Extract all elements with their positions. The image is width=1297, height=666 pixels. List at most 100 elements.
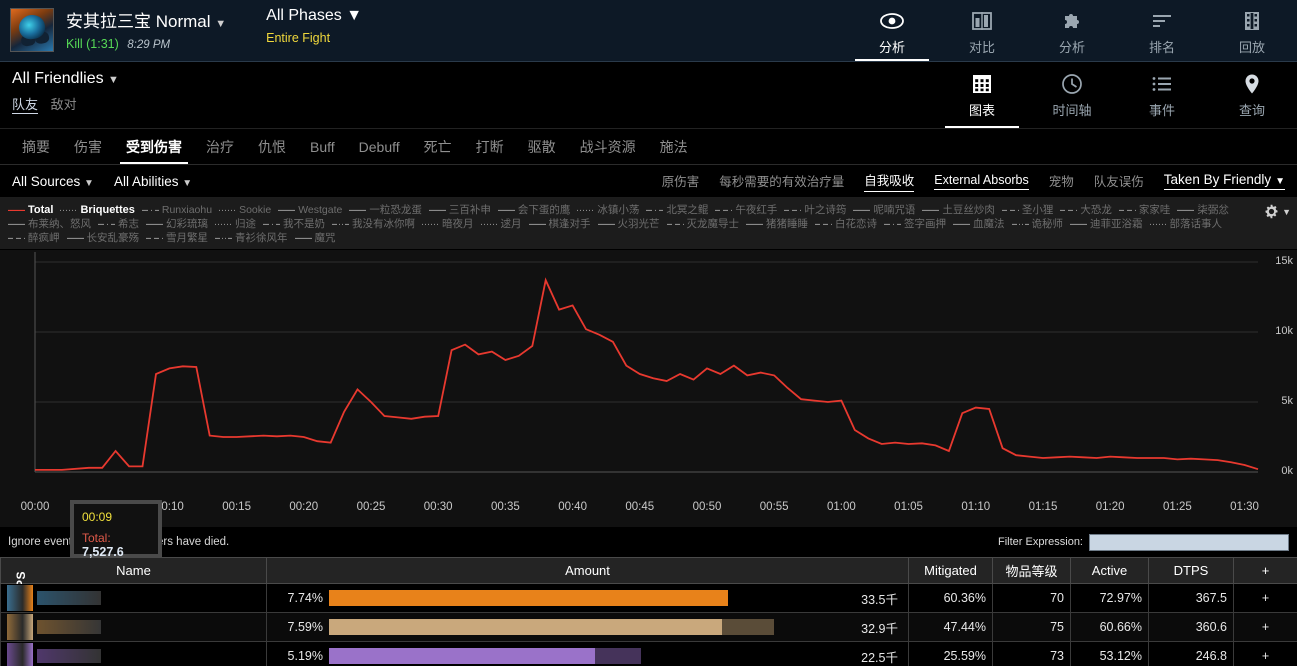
- legend-item[interactable]: 冰镇小荡: [577, 203, 639, 217]
- all-sources-dropdown[interactable]: All Sources ▼: [12, 174, 94, 189]
- tab-驱散[interactable]: 驱散: [516, 129, 568, 164]
- table-column-header[interactable]: 物品等级: [992, 557, 1071, 584]
- filter-option-每秒需要的有效治疗量[interactable]: 每秒需要的有效治疗量: [719, 171, 844, 192]
- filter-option-原伤害[interactable]: 原伤害: [662, 171, 700, 192]
- tab-仇恨[interactable]: 仇恨: [246, 129, 298, 164]
- legend-item[interactable]: 家家哇: [1118, 203, 1170, 217]
- filter-option-External Absorbs[interactable]: External Absorbs: [934, 173, 1029, 190]
- nav-item-graph[interactable]: 图表: [937, 62, 1027, 128]
- row-name-cell[interactable]: [0, 641, 267, 666]
- table-column-header[interactable]: Name: [0, 557, 267, 584]
- legend-item[interactable]: 签字画押: [884, 217, 946, 231]
- legend-item[interactable]: 希志: [98, 217, 139, 231]
- tab-受到伤害[interactable]: 受到伤害: [114, 129, 194, 164]
- table-column-header[interactable]: DTPS: [1148, 557, 1234, 584]
- filter-expression-input[interactable]: [1089, 533, 1289, 551]
- table-column-header[interactable]: +: [1233, 557, 1297, 584]
- filter-option-宠物[interactable]: 宠物: [1049, 171, 1074, 192]
- phase-dropdown[interactable]: All Phases ▼: [266, 7, 362, 25]
- legend-settings-button[interactable]: ▼: [1264, 204, 1291, 219]
- legend-item[interactable]: Briquettes: [60, 203, 135, 217]
- legend-item[interactable]: 呢喃咒语: [853, 203, 915, 217]
- filter-option-队友误伤[interactable]: 队友误伤: [1094, 171, 1144, 192]
- legend-item[interactable]: 灭龙魔导士: [666, 217, 739, 231]
- legend-item[interactable]: 一粒恐龙蛋: [349, 203, 422, 217]
- row-name-cell[interactable]: [0, 612, 267, 642]
- legend-item[interactable]: 大恐龙: [1060, 203, 1112, 217]
- tab-Buff[interactable]: Buff: [298, 129, 347, 164]
- legend-item[interactable]: 叶之诗筠: [784, 203, 846, 217]
- table-row[interactable]: 7.74% 33.5千 60.36% 70 72.97% 367.5 +: [0, 583, 1297, 613]
- legend-item[interactable]: 火羽光芒: [597, 217, 660, 231]
- legend-item[interactable]: 诡秘师: [1011, 217, 1063, 231]
- legend-item[interactable]: 布莱纳、怒风: [8, 217, 91, 231]
- legend-item[interactable]: 土豆丝炒肉: [922, 203, 995, 217]
- chevron-down-icon: ▼: [182, 177, 193, 189]
- nav-item-replay[interactable]: 回放: [1207, 0, 1297, 61]
- legend-item[interactable]: 我不是奶: [263, 217, 325, 231]
- taken-by-friendly-dropdown[interactable]: Taken By Friendly ▼: [1163, 172, 1285, 190]
- nav-item-compare[interactable]: 对比: [937, 0, 1027, 61]
- chart-x-tick-label: 00:00: [20, 501, 50, 513]
- row-expand-button[interactable]: +: [1233, 583, 1297, 613]
- legend-item[interactable]: 棋逢对手: [528, 217, 591, 231]
- table-column-header[interactable]: Amount: [266, 557, 909, 584]
- boss-name-dropdown[interactable]: 安其拉三宝 Normal ▼: [66, 7, 226, 32]
- side-enemy-option[interactable]: 敌对: [51, 97, 77, 112]
- tab-Debuff[interactable]: Debuff: [347, 129, 412, 164]
- nav-item-events[interactable]: 事件: [1117, 62, 1207, 128]
- filter-option-自我吸收[interactable]: 自我吸收: [864, 170, 915, 192]
- legend-item[interactable]: 暗夜月: [422, 217, 474, 231]
- row-name-cell[interactable]: [0, 583, 267, 613]
- legend-item[interactable]: 白花恋诗: [815, 217, 877, 231]
- legend-item[interactable]: 魔咒: [294, 231, 336, 245]
- legend-item[interactable]: 部落话事人: [1149, 217, 1222, 231]
- tab-治疗[interactable]: 治疗: [194, 129, 246, 164]
- tab-摘要[interactable]: 摘要: [10, 129, 62, 164]
- legend-item[interactable]: 柒弼忿: [1177, 203, 1229, 217]
- legend-item[interactable]: 猪猪睡睡: [746, 217, 808, 231]
- legend-item[interactable]: Sookie: [219, 203, 271, 217]
- dtps-chart[interactable]: DTPS 0k5k10k15k 00:0000:0500:1000:1500:2…: [0, 250, 1297, 605]
- gear-icon: [1265, 204, 1278, 219]
- nav-item-rankings[interactable]: 排名: [1117, 0, 1207, 61]
- legend-item[interactable]: 血魔法: [953, 217, 1005, 231]
- nav-item-analyze[interactable]: 分析: [847, 0, 937, 61]
- legend-item[interactable]: 我没有冰你啊: [332, 217, 415, 231]
- nav-item-compare-label: 对比: [968, 40, 995, 55]
- table-column-header[interactable]: Mitigated: [908, 557, 993, 584]
- nav-item-timeline[interactable]: 时间轴: [1027, 62, 1117, 128]
- nav-item-puzzle-analyze[interactable]: 分析: [1027, 0, 1117, 61]
- legend-item[interactable]: 逑月: [480, 217, 522, 231]
- legend-item[interactable]: 雪月繁星: [146, 231, 208, 245]
- legend-item[interactable]: Total: [8, 203, 53, 217]
- tab-打断[interactable]: 打断: [464, 129, 516, 164]
- row-expand-button[interactable]: +: [1233, 641, 1297, 666]
- table-column-header[interactable]: Active: [1070, 557, 1149, 584]
- legend-item[interactable]: 归途: [215, 217, 256, 231]
- tab-战斗资源[interactable]: 战斗资源: [568, 129, 648, 164]
- legend-item[interactable]: 午夜红手: [715, 203, 777, 217]
- legend-item[interactable]: 青衫徐风年: [215, 231, 288, 245]
- tab-死亡[interactable]: 死亡: [412, 129, 464, 164]
- table-row[interactable]: 5.19% 22.5千 25.59% 73 53.12% 246.8 +: [0, 641, 1297, 666]
- side-friendly-option[interactable]: 队友: [12, 97, 39, 114]
- legend-item[interactable]: 醉疯岬: [8, 231, 60, 245]
- all-abilities-dropdown[interactable]: All Abilities ▼: [114, 174, 192, 189]
- legend-item[interactable]: 三百补申: [428, 203, 491, 217]
- legend-item-label: 我不是奶: [283, 218, 325, 230]
- legend-item[interactable]: Runxiaohu: [141, 203, 212, 217]
- row-expand-button[interactable]: +: [1233, 612, 1297, 642]
- legend-item[interactable]: 迪菲亚浴霜: [1070, 217, 1143, 231]
- tab-施法[interactable]: 施法: [648, 129, 700, 164]
- legend-item[interactable]: 幻彩琉璃: [146, 217, 208, 231]
- nav-item-query[interactable]: 查询: [1207, 62, 1297, 128]
- friendlies-dropdown[interactable]: All Friendlies ▼: [12, 70, 119, 88]
- legend-item[interactable]: 圣小狸: [1001, 203, 1053, 217]
- legend-item[interactable]: 长安乱豪殇: [66, 231, 139, 245]
- legend-item[interactable]: 北冥之鲲: [646, 203, 708, 217]
- tab-伤害[interactable]: 伤害: [62, 129, 114, 164]
- legend-item[interactable]: 会下蛋的鹰: [497, 203, 570, 217]
- legend-item[interactable]: Westgate: [278, 203, 342, 217]
- table-row[interactable]: 7.59% 32.9千 47.44% 75 60.66% 360.6 +: [0, 612, 1297, 642]
